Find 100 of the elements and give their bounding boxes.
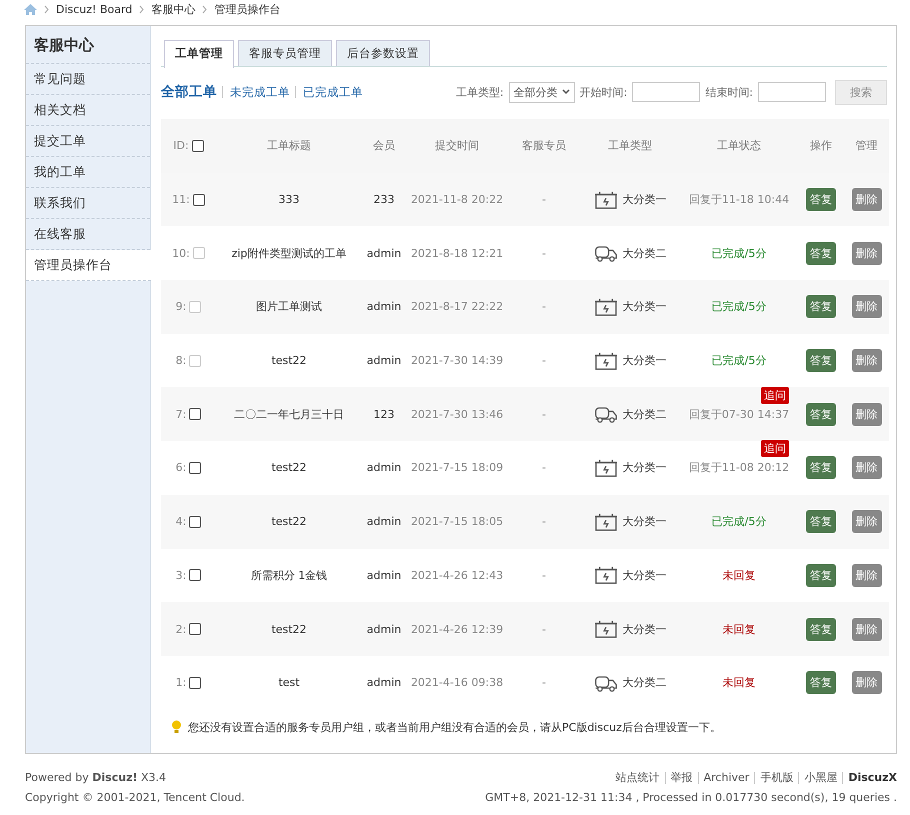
delete-button[interactable]: 删除 bbox=[852, 295, 882, 318]
ticket-type: 大分类一 bbox=[622, 192, 666, 208]
search-button[interactable]: 搜索 bbox=[835, 80, 887, 104]
row-checkbox[interactable] bbox=[189, 569, 202, 582]
row-checkbox[interactable] bbox=[192, 194, 205, 206]
reply-button[interactable]: 答复 bbox=[806, 295, 836, 318]
ticket-id: 6: bbox=[176, 461, 186, 474]
chevron-icon bbox=[44, 4, 49, 14]
agent-name: - bbox=[542, 622, 546, 636]
lightbulb-icon bbox=[171, 720, 182, 734]
breadcrumb-link[interactable]: 客服中心 bbox=[151, 2, 196, 16]
footer-link[interactable]: Archiver bbox=[698, 772, 754, 784]
reply-button[interactable]: 答复 bbox=[806, 456, 836, 480]
row-checkbox[interactable] bbox=[189, 676, 202, 689]
filter-link[interactable]: 全部工单 bbox=[161, 86, 217, 98]
ticket-id: 10: bbox=[172, 246, 190, 260]
reply-button[interactable]: 答复 bbox=[806, 564, 836, 587]
ticket-type: 大分类二 bbox=[622, 406, 666, 422]
server-stats: GMT+8, 2021-12-31 11:34 , Processed in 0.017730 second(s), 19 queries . bbox=[485, 790, 897, 806]
battery-icon bbox=[594, 190, 618, 210]
tab[interactable]: 客服专员管理 bbox=[238, 40, 332, 66]
row-checkbox[interactable] bbox=[189, 623, 202, 636]
battery-icon bbox=[594, 458, 618, 478]
ticket-type: 大分类一 bbox=[622, 460, 666, 476]
column-header: 会员 bbox=[373, 139, 395, 152]
delete-button[interactable]: 删除 bbox=[852, 349, 882, 372]
sidebar-title: 客服中心 bbox=[26, 26, 150, 64]
reply-button[interactable]: 答复 bbox=[806, 349, 836, 372]
delete-button[interactable]: 删除 bbox=[852, 510, 882, 534]
end-time-field[interactable] bbox=[758, 82, 826, 102]
submit-time: 2021-7-15 18:09 bbox=[410, 461, 504, 474]
breadcrumb-link[interactable]: Discuz! Board bbox=[56, 2, 132, 16]
start-time-field[interactable] bbox=[632, 82, 700, 102]
ticket-status: 回复于11-08 20:12 bbox=[688, 461, 790, 474]
agent-name: - bbox=[542, 461, 546, 474]
follow-up-badge: 追问 bbox=[761, 386, 790, 404]
tab[interactable]: 后台参数设置 bbox=[336, 40, 430, 66]
ticket-status: 已完成/5分 bbox=[712, 246, 766, 260]
member-name: 123 bbox=[374, 408, 394, 421]
footer-link[interactable]: DiscuzX bbox=[842, 772, 897, 784]
ticket-title: 图片工单测试 bbox=[256, 300, 322, 314]
ticket-status: 回复于11-18 10:44 bbox=[688, 193, 790, 206]
ticket-status: 未回复 bbox=[722, 676, 756, 690]
agent-name: - bbox=[542, 246, 546, 260]
select-all-checkbox[interactable] bbox=[192, 140, 204, 152]
reply-button[interactable]: 答复 bbox=[806, 402, 836, 426]
column-header: 工单状态 bbox=[717, 139, 761, 152]
ticket-id: 11: bbox=[172, 193, 190, 206]
ticket-id: 9: bbox=[176, 300, 186, 314]
row-checkbox[interactable] bbox=[189, 462, 202, 474]
member-name: admin bbox=[366, 246, 402, 260]
battery-icon bbox=[594, 296, 618, 317]
ticket-type: 大分类二 bbox=[622, 246, 666, 261]
powered-by-text: Powered by Discuz! X3.4 bbox=[25, 770, 168, 786]
filter-link[interactable]: 未完成工单 bbox=[222, 86, 290, 98]
delete-button[interactable]: 删除 bbox=[852, 564, 882, 587]
row-checkbox[interactable] bbox=[189, 516, 202, 528]
type-dropdown[interactable]: 全部分类 bbox=[508, 82, 575, 102]
row-checkbox[interactable] bbox=[189, 408, 202, 420]
ticket-type: 大分类二 bbox=[622, 675, 666, 690]
reply-button[interactable]: 答复 bbox=[806, 510, 836, 534]
delete-button[interactable]: 删除 bbox=[852, 402, 882, 426]
delete-button[interactable]: 删除 bbox=[852, 242, 882, 265]
reply-button[interactable]: 答复 bbox=[806, 188, 836, 212]
member-name: admin bbox=[366, 568, 402, 582]
delete-button[interactable]: 删除 bbox=[852, 456, 882, 480]
filter-link[interactable]: 已完成工单 bbox=[295, 86, 363, 98]
sidebar-item[interactable]: 常见问题 bbox=[26, 64, 150, 95]
ticket-id: 4: bbox=[176, 515, 186, 528]
ticket-id: 7: bbox=[176, 408, 186, 421]
chevron-icon bbox=[139, 4, 144, 14]
sidebar-item[interactable]: 我的工单 bbox=[26, 157, 150, 188]
member-name: admin bbox=[366, 622, 402, 636]
sidebar-item[interactable]: 联系我们 bbox=[26, 188, 150, 219]
submit-time: 2021-4-26 12:39 bbox=[410, 622, 504, 636]
delete-button[interactable]: 删除 bbox=[852, 618, 882, 641]
tab[interactable]: 工单管理 bbox=[164, 40, 234, 68]
footer-link[interactable]: 小黑屋 bbox=[798, 772, 842, 784]
ticket-status: 未回复 bbox=[722, 568, 756, 582]
footer-link[interactable]: 举报 bbox=[664, 772, 698, 784]
reply-button[interactable]: 答复 bbox=[806, 671, 836, 694]
ticket-type: 大分类一 bbox=[622, 622, 666, 637]
delete-button[interactable]: 删除 bbox=[852, 671, 882, 694]
ticket-title: test22 bbox=[271, 354, 307, 368]
footer-link[interactable]: 手机版 bbox=[754, 772, 798, 784]
ticket-status: 回复于07-30 14:37 bbox=[688, 408, 790, 421]
ticket-type: 大分类一 bbox=[622, 353, 666, 368]
breadcrumb-link[interactable]: 管理员操作台 bbox=[214, 2, 280, 16]
sidebar-item[interactable]: 相关文档 bbox=[26, 95, 150, 126]
sidebar-item[interactable]: 提交工单 bbox=[26, 126, 150, 157]
ticket-id: 3: bbox=[176, 568, 186, 582]
reply-button[interactable]: 答复 bbox=[806, 242, 836, 265]
ticket-title: 333 bbox=[278, 193, 300, 206]
reply-button[interactable]: 答复 bbox=[806, 618, 836, 641]
ticket-id: 2: bbox=[176, 622, 186, 636]
member-name: admin bbox=[366, 461, 402, 474]
delete-button[interactable]: 删除 bbox=[852, 188, 882, 212]
column-header: 客服专员 bbox=[522, 139, 566, 152]
footer-link[interactable]: 站点统计 bbox=[610, 772, 665, 784]
sidebar-item[interactable]: 管理员操作台 bbox=[26, 250, 151, 281]
